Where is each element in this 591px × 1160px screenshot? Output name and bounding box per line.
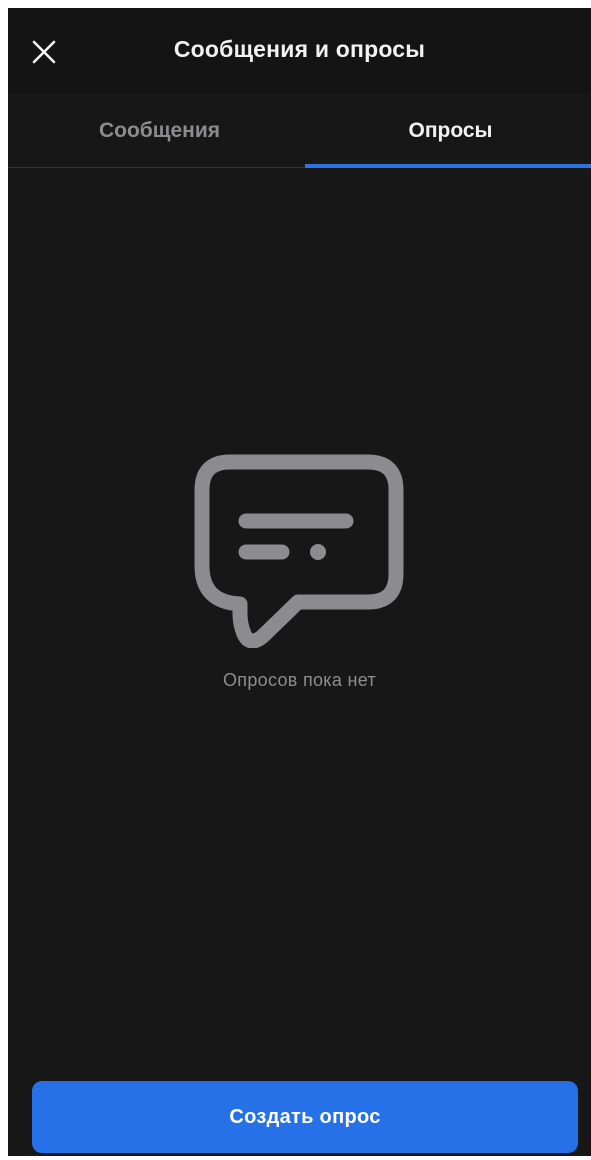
chat-bubble-icon (194, 454, 403, 648)
tab-messages[interactable]: Сообщения (14, 94, 305, 168)
empty-state-text: Опросов пока нет (223, 670, 376, 690)
close-button[interactable] (26, 34, 62, 70)
polls-screen: Сообщения и опросы Сообщения Опросы Опро… (8, 8, 591, 1156)
page-title: Сообщения и опросы (173, 36, 426, 62)
empty-state: Опросов пока нет (8, 448, 591, 691)
close-icon (32, 40, 56, 64)
active-tab-indicator (305, 164, 591, 168)
create-poll-button[interactable]: Создать опрос (32, 1081, 578, 1153)
tab-polls[interactable]: Опросы (305, 94, 591, 168)
header: Сообщения и опросы (8, 8, 591, 94)
tab-bar: Сообщения Опросы (8, 94, 591, 168)
